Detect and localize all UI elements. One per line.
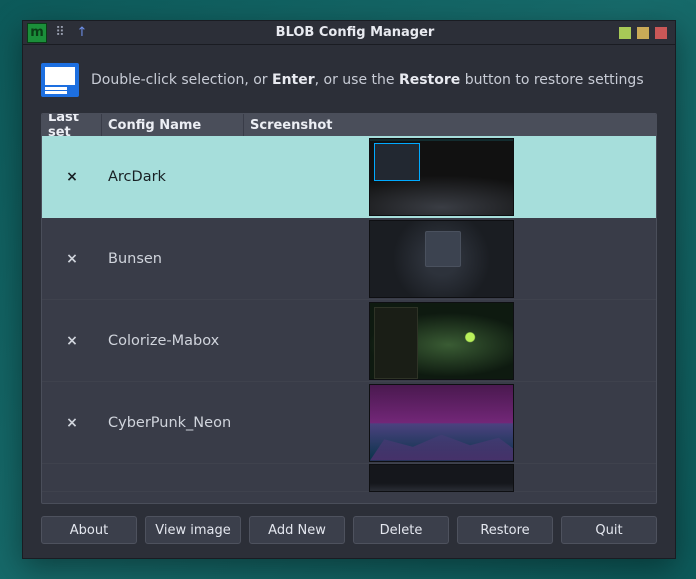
last-set-mark: × bbox=[42, 382, 102, 463]
table-row[interactable]: ×ArcDark bbox=[42, 136, 656, 218]
titlebar-left: m ⠿ ↑ bbox=[27, 23, 91, 43]
about-button[interactable]: About bbox=[41, 516, 137, 544]
delete-button[interactable]: Delete bbox=[353, 516, 449, 544]
config-name-cell bbox=[102, 464, 244, 491]
config-name-cell: Bunsen bbox=[102, 218, 244, 299]
screenshot-cell bbox=[244, 464, 656, 491]
app-menu-icon[interactable]: m bbox=[27, 23, 47, 43]
screenshot-thumb bbox=[369, 464, 514, 492]
config-name-cell: CyberPunk_Neon bbox=[102, 382, 244, 463]
close-button[interactable] bbox=[655, 27, 667, 39]
instruction-text: Double-click selection, or Enter, or use… bbox=[91, 72, 644, 88]
screenshot-cell bbox=[244, 382, 656, 463]
add-new-button[interactable]: Add New bbox=[249, 516, 345, 544]
window-list-icon[interactable]: ⠿ bbox=[51, 24, 69, 42]
instruction-row: Double-click selection, or Enter, or use… bbox=[41, 63, 657, 103]
table-body[interactable]: ×ArcDark×Bunsen×Colorize-Mabox×CyberPunk… bbox=[42, 136, 656, 503]
config-table: Last set Config Name Screenshot ×ArcDark… bbox=[41, 113, 657, 504]
screenshot-cell bbox=[244, 300, 656, 381]
last-set-mark: × bbox=[42, 218, 102, 299]
screenshot-thumb bbox=[369, 220, 514, 298]
instr-restore: Restore bbox=[399, 72, 460, 88]
table-row[interactable]: ×Colorize-Mabox bbox=[42, 300, 656, 382]
col-last-set[interactable]: Last set bbox=[42, 114, 102, 136]
window-title: BLOB Config Manager bbox=[95, 25, 615, 40]
last-set-mark bbox=[42, 464, 102, 491]
config-manager-window: m ⠿ ↑ BLOB Config Manager Double-click s… bbox=[22, 20, 676, 559]
col-config-name[interactable]: Config Name bbox=[102, 114, 244, 136]
table-row[interactable]: ×Bunsen bbox=[42, 218, 656, 300]
screenshot-thumb bbox=[369, 384, 514, 462]
titlebar[interactable]: m ⠿ ↑ BLOB Config Manager bbox=[23, 21, 675, 45]
content-area: Double-click selection, or Enter, or use… bbox=[23, 45, 675, 558]
maximize-button[interactable] bbox=[637, 27, 649, 39]
window-controls bbox=[619, 27, 671, 39]
screenshot-thumb bbox=[369, 138, 514, 216]
screenshot-cell bbox=[244, 136, 656, 217]
minimize-button[interactable] bbox=[619, 27, 631, 39]
col-screenshot[interactable]: Screenshot bbox=[244, 114, 656, 136]
quit-button[interactable]: Quit bbox=[561, 516, 657, 544]
dialog-icon bbox=[41, 63, 79, 97]
instr-post: button to restore settings bbox=[460, 72, 643, 88]
screenshot-cell bbox=[244, 218, 656, 299]
instr-pre: Double-click selection, or bbox=[91, 72, 272, 88]
last-set-mark: × bbox=[42, 136, 102, 217]
table-header: Last set Config Name Screenshot bbox=[42, 114, 656, 136]
table-row[interactable]: ×CyberPunk_Neon bbox=[42, 382, 656, 464]
config-name-cell: ArcDark bbox=[102, 136, 244, 217]
instr-enter: Enter bbox=[272, 72, 315, 88]
screenshot-thumb bbox=[369, 302, 514, 380]
button-bar: About View image Add New Delete Restore … bbox=[41, 514, 657, 544]
table-row[interactable] bbox=[42, 464, 656, 492]
last-set-mark: × bbox=[42, 300, 102, 381]
restore-button[interactable]: Restore bbox=[457, 516, 553, 544]
instr-mid: , or use the bbox=[315, 72, 399, 88]
up-arrow-icon[interactable]: ↑ bbox=[73, 24, 91, 42]
view-image-button[interactable]: View image bbox=[145, 516, 241, 544]
config-name-cell: Colorize-Mabox bbox=[102, 300, 244, 381]
